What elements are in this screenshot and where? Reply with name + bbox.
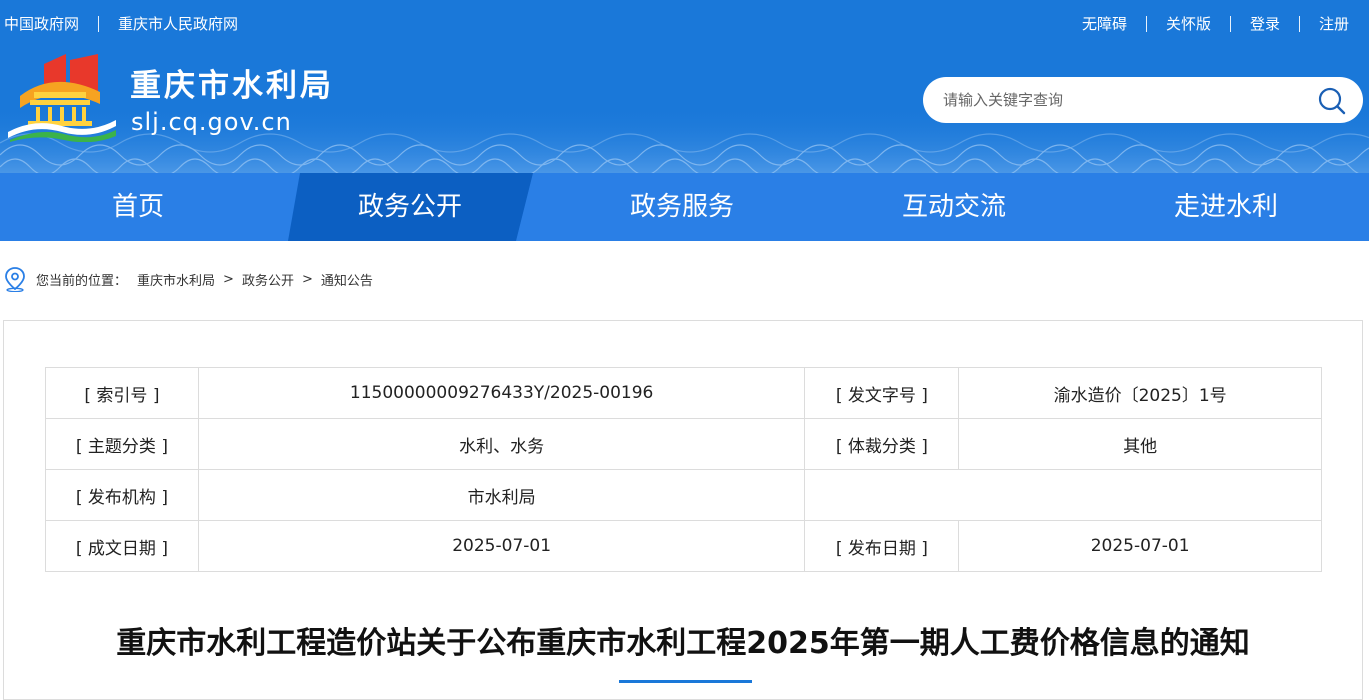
divider (1145, 15, 1147, 32)
nav-item-home[interactable]: 首页 (30, 173, 246, 241)
meta-label: [ 成文日期 ] (45, 520, 199, 572)
article-container: [ 索引号 ] 11500000009276433Y/2025-00196 [ … (3, 320, 1363, 700)
meta-value-published: 2025-07-01 (958, 520, 1322, 572)
table-row: [ 发布机构 ] 市水利局 (45, 469, 1322, 521)
search-icon[interactable] (1317, 86, 1347, 116)
search-box (923, 77, 1363, 123)
article-title: 重庆市水利工程造价站关于公布重庆市水利工程2025年第一期人工费价格信息的通知 (116, 626, 1250, 661)
breadcrumb-label: 您当前的位置： (36, 273, 128, 289)
link-accessibility[interactable]: 无障碍 (1082, 13, 1127, 34)
link-chongqing-gov[interactable]: 重庆市人民政府网 (118, 13, 238, 34)
site-header: 中国政府网 重庆市人民政府网 无障碍 关怀版 登录 注册 重庆市水利局 slj.… (0, 0, 1369, 173)
site-logo-icon[interactable] (4, 52, 120, 142)
meta-value-publisher: 市水利局 (197, 469, 806, 521)
meta-label: [ 发布日期 ] (804, 520, 960, 572)
link-china-gov[interactable]: 中国政府网 (4, 13, 79, 34)
breadcrumb-item-home[interactable]: 重庆市水利局 (137, 270, 215, 289)
table-row: [ 索引号 ] 11500000009276433Y/2025-00196 [ … (45, 367, 1322, 419)
meta-label: [ 发文字号 ] (804, 367, 960, 419)
nav-item-about[interactable]: 走进水利 (1118, 173, 1334, 241)
nav-item-gov-services[interactable]: 政务服务 (574, 173, 790, 241)
meta-label: [ 发布机构 ] (45, 469, 199, 521)
table-row: [ 主题分类 ] 水利、水务 [ 体裁分类 ] 其他 (45, 418, 1322, 470)
meta-label: [ 主题分类 ] (45, 418, 199, 470)
site-title[interactable]: 重庆市水利局 (130, 60, 334, 105)
meta-value-index-no: 11500000009276433Y/2025-00196 (197, 367, 806, 419)
top-links-left: 中国政府网 重庆市人民政府网 (4, 13, 238, 34)
top-links-right: 无障碍 关怀版 登录 注册 (1082, 13, 1349, 34)
link-register[interactable]: 注册 (1319, 13, 1349, 34)
breadcrumb-separator: > (301, 271, 313, 287)
meta-label: [ 体裁分类 ] (804, 418, 960, 470)
link-elderly-mode[interactable]: 关怀版 (1166, 13, 1211, 34)
breadcrumb: 您当前的位置： 重庆市水利局 > 政务公开 > 通知公告 (4, 265, 373, 293)
meta-empty-cell (804, 469, 1322, 521)
site-domain: slj.cq.gov.cn (131, 108, 292, 136)
main-nav: 首页 政务公开 政务服务 互动交流 走进水利 (0, 173, 1369, 241)
divider (1298, 15, 1300, 32)
search-input[interactable] (943, 77, 1303, 123)
meta-label: [ 索引号 ] (45, 367, 199, 419)
meta-value-doc-no: 渝水造价〔2025〕1号 (958, 367, 1322, 419)
nav-item-gov-affairs[interactable]: 政务公开 (302, 173, 518, 241)
table-row: [ 成文日期 ] 2025-07-01 [ 发布日期 ] 2025-07-01 (45, 520, 1322, 572)
divider (1229, 15, 1231, 32)
meta-value-created: 2025-07-01 (197, 520, 806, 572)
breadcrumb-item-gov-affairs[interactable]: 政务公开 (242, 270, 294, 289)
breadcrumb-separator: > (223, 271, 234, 287)
nav-item-interaction[interactable]: 互动交流 (846, 173, 1062, 241)
link-login[interactable]: 登录 (1250, 13, 1280, 34)
breadcrumb-item-notices[interactable]: 通知公告 (321, 270, 373, 289)
location-pin-icon (5, 267, 25, 292)
document-meta-table: [ 索引号 ] 11500000009276433Y/2025-00196 [ … (45, 367, 1322, 572)
meta-value-subject: 水利、水务 (197, 418, 806, 470)
meta-value-genre: 其他 (958, 418, 1322, 470)
divider (98, 15, 100, 32)
